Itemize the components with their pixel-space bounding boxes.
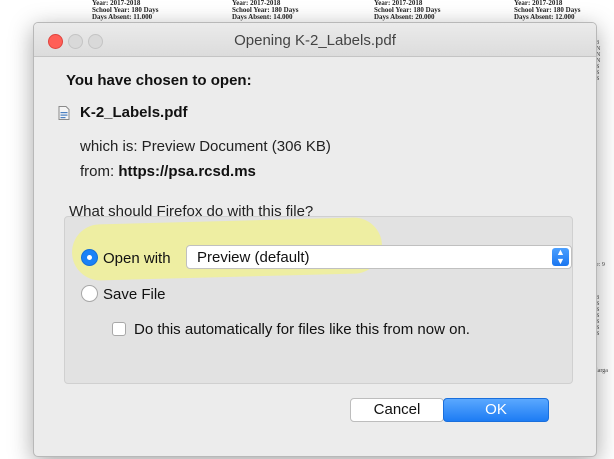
- bg-absent: Days Absent: 12.000: [514, 13, 575, 21]
- cancel-button[interactable]: Cancel: [350, 398, 444, 422]
- bg-side-fragment: larga: [596, 368, 608, 374]
- save-file-label[interactable]: Save File: [103, 286, 166, 303]
- source-url: https://psa.rcsd.ms: [118, 163, 256, 180]
- auto-action-label[interactable]: Do this automatically for files like thi…: [134, 321, 470, 338]
- save-file-radio[interactable]: [81, 285, 98, 302]
- auto-action-checkbox[interactable]: [112, 322, 126, 336]
- file-type-info: which is: Preview Document (306 KB): [80, 138, 331, 155]
- bg-absent: Days Absent: 14.000: [232, 13, 293, 21]
- bg-side-fragment: e: 9: [596, 262, 605, 268]
- open-with-label[interactable]: Open with: [103, 250, 171, 267]
- bg-absent: Days Absent: 11.000: [92, 13, 153, 21]
- bg-absent: Days Absent: 20.000: [374, 13, 435, 21]
- updown-chevron-icon: ▲ ▼: [552, 248, 569, 266]
- application-select[interactable]: Preview (default) ▲ ▼: [186, 245, 572, 269]
- file-name: K-2_Labels.pdf: [80, 104, 188, 121]
- open-file-dialog: Opening K-2_Labels.pdf You have chosen t…: [33, 22, 597, 457]
- bg-column-2: Year: 2017-2018 School Year: 180 Days Da…: [232, 0, 298, 21]
- bg-column-1: Year: 2017-2018 School Year: 180 Days Da…: [92, 0, 158, 21]
- pdf-file-icon: [58, 106, 70, 120]
- open-with-radio[interactable]: [81, 249, 98, 266]
- from-label: from:: [80, 163, 115, 180]
- ok-button[interactable]: OK: [443, 398, 549, 422]
- application-select-value: Preview (default): [197, 249, 310, 266]
- file-source: from: https://psa.rcsd.ms: [80, 163, 256, 180]
- dialog-heading: You have chosen to open:: [66, 72, 252, 89]
- dialog-titlebar: Opening K-2_Labels.pdf: [34, 23, 596, 57]
- bg-column-3: Year: 2017-2018 School Year: 180 Days Da…: [374, 0, 440, 21]
- dialog-title: Opening K-2_Labels.pdf: [234, 32, 396, 49]
- bg-column-4: Year: 2017-2018 School Year: 180 Days Da…: [514, 0, 580, 21]
